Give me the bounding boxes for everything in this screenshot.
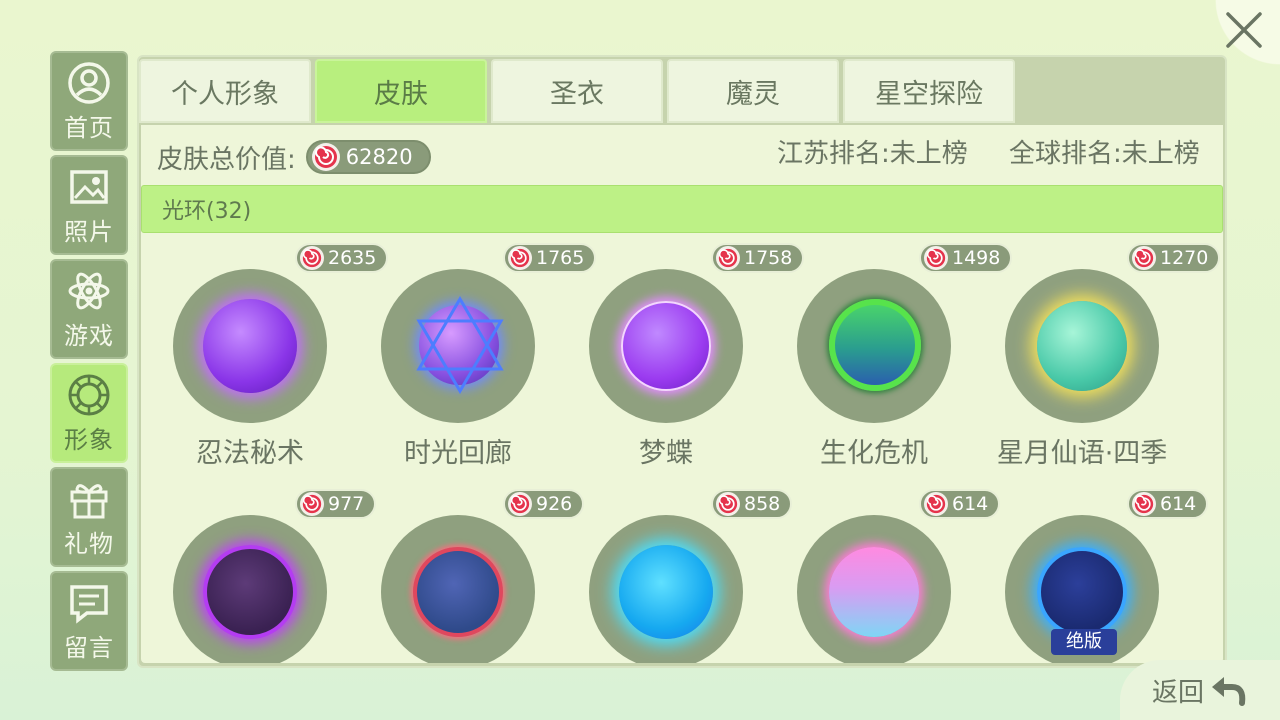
skin-name: 星月仙语·四季 bbox=[996, 438, 1168, 469]
halo-dream-butterfly-orb bbox=[621, 301, 711, 391]
sidebar-item-label: 礼物 bbox=[64, 529, 114, 558]
close-icon bbox=[1226, 12, 1262, 48]
sidebar-item-label: 首页 bbox=[64, 113, 114, 142]
sidebar: 首页 照片 游戏 形象 礼物 留言 bbox=[50, 51, 128, 675]
sidebar-item-label: 游戏 bbox=[64, 321, 114, 350]
tab-skins[interactable]: 皮肤 bbox=[315, 59, 487, 123]
candy-coin-icon bbox=[1132, 246, 1156, 270]
candy-coin-icon bbox=[716, 246, 740, 270]
skin-item[interactable]: 1270 星月仙语·四季 bbox=[973, 243, 1221, 473]
province-rank: 江苏排名:未上榜 bbox=[777, 139, 968, 169]
price-badge: 1270 bbox=[1127, 243, 1221, 273]
price-value: 614 bbox=[1160, 493, 1197, 515]
candy-coin-icon bbox=[300, 492, 324, 516]
image-icon bbox=[66, 164, 112, 210]
price-badge: 614 bbox=[1127, 489, 1209, 519]
sidebar-item-label: 照片 bbox=[64, 217, 114, 246]
candy-coin-icon bbox=[716, 492, 740, 516]
candy-coin-icon bbox=[924, 492, 948, 516]
sidebar-item-avatar[interactable]: 形象 bbox=[50, 363, 128, 463]
main-panel: 个人形象 皮肤 圣衣 魔灵 星空探险 皮肤总价值: 62820 江苏排名:未上榜… bbox=[137, 55, 1227, 668]
candy-coin-icon bbox=[924, 246, 948, 270]
skin-item[interactable]: 858 bbox=[557, 489, 793, 663]
sidebar-item-home[interactable]: 首页 bbox=[50, 51, 128, 151]
hexagram-icon bbox=[416, 296, 504, 394]
sidebar-item-label: 留言 bbox=[64, 633, 114, 662]
tab-bar: 个人形象 皮肤 圣衣 魔灵 星空探险 bbox=[139, 59, 1019, 123]
halo-pink-orb bbox=[829, 547, 919, 637]
tab-magic-spirit[interactable]: 魔灵 bbox=[667, 59, 839, 123]
category-header[interactable]: 光环(32) bbox=[141, 185, 1223, 233]
tab-star-adventure[interactable]: 星空探险 bbox=[843, 59, 1015, 123]
halo-ninja-orb bbox=[203, 299, 297, 393]
candy-coin-icon bbox=[300, 246, 324, 270]
back-label: 返回 bbox=[1151, 677, 1204, 708]
atom-icon bbox=[66, 268, 112, 314]
candy-coin-icon bbox=[1132, 492, 1156, 516]
sidebar-item-messages[interactable]: 留言 bbox=[50, 571, 128, 671]
candy-coin-icon bbox=[508, 492, 532, 516]
skin-name: 梦蝶 bbox=[639, 438, 693, 469]
sidebar-item-gifts[interactable]: 礼物 bbox=[50, 467, 128, 567]
skin-item[interactable]: 614 bbox=[765, 489, 1001, 663]
total-value-label: 皮肤总价值: bbox=[157, 144, 296, 175]
sidebar-item-photos[interactable]: 照片 bbox=[50, 155, 128, 255]
sidebar-item-games[interactable]: 游戏 bbox=[50, 259, 128, 359]
halo-deep-blue-orb bbox=[1037, 547, 1127, 637]
skin-name: 忍法秘术 bbox=[196, 438, 304, 469]
skin-item[interactable]: 1758 梦蝶 bbox=[557, 243, 805, 473]
tab-personal-image[interactable]: 个人形象 bbox=[139, 59, 311, 123]
message-icon bbox=[66, 580, 112, 626]
limited-badge: 绝版 bbox=[1051, 629, 1117, 655]
total-value-badge: 62820 bbox=[305, 140, 431, 174]
total-value: 62820 bbox=[345, 145, 413, 169]
halo-dark-purple-orb bbox=[203, 545, 297, 639]
skin-name: 时光回廊 bbox=[404, 438, 512, 469]
skin-item[interactable]: 绝版 614 bbox=[973, 489, 1209, 663]
halo-cyan-orb bbox=[619, 545, 713, 639]
candy-coin-icon bbox=[311, 143, 340, 171]
candy-coin-icon bbox=[508, 246, 532, 270]
price-value: 1270 bbox=[1160, 247, 1209, 269]
skin-item[interactable]: 977 bbox=[141, 489, 377, 663]
back-button[interactable]: 返回 bbox=[1120, 660, 1280, 720]
halo-starmoon-orb bbox=[1037, 301, 1127, 391]
skin-item[interactable]: 1765 时光回廊 bbox=[349, 243, 597, 473]
gift-icon bbox=[66, 476, 112, 522]
gem-icon bbox=[66, 372, 112, 418]
sidebar-item-label: 形象 bbox=[64, 425, 114, 454]
user-circle-icon bbox=[66, 60, 112, 106]
skin-item[interactable]: 926 bbox=[349, 489, 585, 663]
global-rank: 全球排名:未上榜 bbox=[1009, 139, 1200, 169]
back-arrow-icon bbox=[1212, 677, 1246, 706]
tab-holy-cloth[interactable]: 圣衣 bbox=[491, 59, 663, 123]
skin-item[interactable]: 2635 忍法秘术 bbox=[141, 243, 389, 473]
halo-fan-gate-orb bbox=[413, 547, 503, 637]
halo-biohazard-orb bbox=[829, 299, 921, 391]
skin-item[interactable]: 1498 生化危机 bbox=[765, 243, 1013, 473]
skin-content: 皮肤总价值: 62820 江苏排名:未上榜 全球排名:未上榜 光环(32) 26… bbox=[141, 125, 1223, 663]
skin-name: 生化危机 bbox=[820, 438, 928, 469]
